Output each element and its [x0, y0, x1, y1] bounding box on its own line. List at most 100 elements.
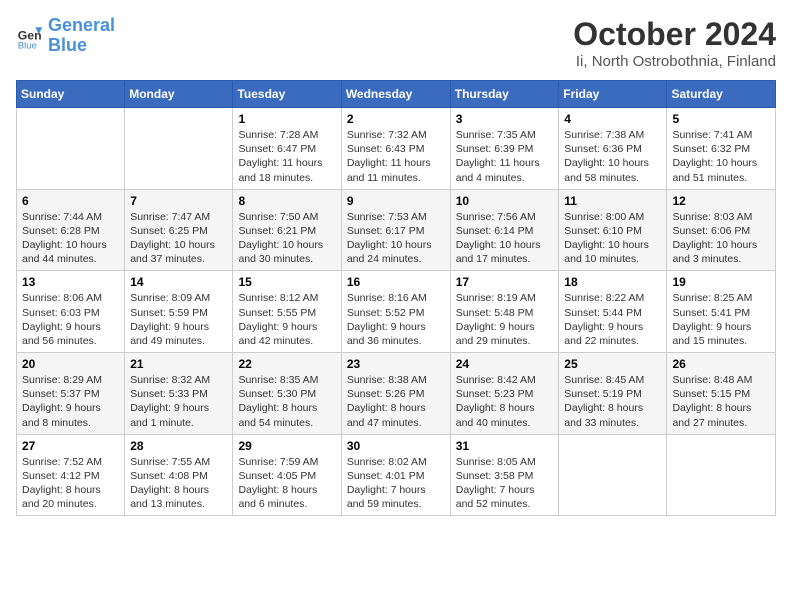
day-number: 25	[564, 357, 661, 371]
day-info: Sunrise: 8:19 AM Sunset: 5:48 PM Dayligh…	[456, 291, 554, 348]
day-info: Sunrise: 8:45 AM Sunset: 5:19 PM Dayligh…	[564, 373, 661, 430]
day-info: Sunrise: 7:56 AM Sunset: 6:14 PM Dayligh…	[456, 210, 554, 267]
day-number: 17	[456, 275, 554, 289]
day-info: Sunrise: 7:55 AM Sunset: 4:08 PM Dayligh…	[130, 455, 227, 512]
day-number: 11	[564, 194, 661, 208]
day-info: Sunrise: 7:41 AM Sunset: 6:32 PM Dayligh…	[672, 128, 770, 185]
calendar-day: 8 Sunrise: 7:50 AM Sunset: 6:21 PM Daylig…	[233, 189, 341, 271]
day-number: 18	[564, 275, 661, 289]
calendar-week-1: 1 Sunrise: 7:28 AM Sunset: 6:47 PM Daylig…	[17, 108, 776, 190]
day-number: 1	[238, 112, 335, 126]
calendar-day: 23 Sunrise: 8:38 AM Sunset: 5:26 PM Dayli…	[341, 353, 450, 435]
calendar-day: 20Sunrise: 8:29 AM Sunset: 5:37 PM Dayli…	[17, 353, 125, 435]
day-info: Sunrise: 7:50 AM Sunset: 6:21 PM Dayligh…	[238, 210, 335, 267]
day-number: 15	[238, 275, 335, 289]
header-thursday: Thursday	[450, 81, 559, 108]
day-number: 12	[672, 194, 770, 208]
day-number: 23	[347, 357, 445, 371]
day-number: 4	[564, 112, 661, 126]
day-info: Sunrise: 8:38 AM Sunset: 5:26 PM Dayligh…	[347, 373, 445, 430]
calendar-day: 22Sunrise: 8:35 AM Sunset: 5:30 PM Dayli…	[233, 353, 341, 435]
calendar-day: 24Sunrise: 8:42 AM Sunset: 5:23 PM Dayli…	[450, 353, 559, 435]
calendar-week-2: 6 Sunrise: 7:44 AM Sunset: 6:28 PM Daylig…	[17, 189, 776, 271]
calendar-day	[17, 108, 125, 190]
day-info: Sunrise: 8:02 AM Sunset: 4:01 PM Dayligh…	[347, 455, 445, 512]
logo: Gen Blue General Blue	[16, 16, 115, 56]
calendar-subtitle: Ii, North Ostrobothnia, Finland	[573, 53, 776, 70]
calendar-day: 25 Sunrise: 8:45 AM Sunset: 5:19 PM Dayli…	[559, 353, 667, 435]
day-number: 31	[456, 439, 554, 453]
day-info: Sunrise: 8:48 AM Sunset: 5:15 PM Dayligh…	[672, 373, 770, 430]
day-number: 3	[456, 112, 554, 126]
day-number: 9	[347, 194, 445, 208]
day-info: Sunrise: 8:00 AM Sunset: 6:10 PM Dayligh…	[564, 210, 661, 267]
calendar-table: Sunday Monday Tuesday Wednesday Thursday…	[16, 80, 776, 516]
day-info: Sunrise: 7:52 AM Sunset: 4:12 PM Dayligh…	[22, 455, 119, 512]
day-info: Sunrise: 8:05 AM Sunset: 3:58 PM Dayligh…	[456, 455, 554, 512]
calendar-week-4: 20Sunrise: 8:29 AM Sunset: 5:37 PM Dayli…	[17, 353, 776, 435]
day-number: 26	[672, 357, 770, 371]
calendar-day: 12 Sunrise: 8:03 AM Sunset: 6:06 PM Dayli…	[667, 189, 776, 271]
calendar-title: October 2024	[573, 16, 776, 53]
calendar-day: 19 Sunrise: 8:25 AM Sunset: 5:41 PM Dayli…	[667, 271, 776, 353]
calendar-day: 5 Sunrise: 7:41 AM Sunset: 6:32 PM Daylig…	[667, 108, 776, 190]
day-number: 27	[22, 439, 119, 453]
logo-icon: Gen Blue	[16, 22, 44, 50]
day-info: Sunrise: 8:22 AM Sunset: 5:44 PM Dayligh…	[564, 291, 661, 348]
calendar-day: 28 Sunrise: 7:55 AM Sunset: 4:08 PM Dayli…	[125, 434, 233, 516]
calendar-day: 14Sunrise: 8:09 AM Sunset: 5:59 PM Dayli…	[125, 271, 233, 353]
calendar-day: 18 Sunrise: 8:22 AM Sunset: 5:44 PM Dayli…	[559, 271, 667, 353]
calendar-day: 17 Sunrise: 8:19 AM Sunset: 5:48 PM Dayli…	[450, 271, 559, 353]
calendar-day: 15 Sunrise: 8:12 AM Sunset: 5:55 PM Dayli…	[233, 271, 341, 353]
svg-text:Blue: Blue	[18, 40, 37, 50]
day-number: 10	[456, 194, 554, 208]
calendar-day: 1 Sunrise: 7:28 AM Sunset: 6:47 PM Daylig…	[233, 108, 341, 190]
header-wednesday: Wednesday	[341, 81, 450, 108]
day-number: 13	[22, 275, 119, 289]
calendar-day	[559, 434, 667, 516]
day-info: Sunrise: 7:59 AM Sunset: 4:05 PM Dayligh…	[238, 455, 335, 512]
day-info: Sunrise: 8:12 AM Sunset: 5:55 PM Dayligh…	[238, 291, 335, 348]
calendar-day	[667, 434, 776, 516]
day-info: Sunrise: 8:42 AM Sunset: 5:23 PM Dayligh…	[456, 373, 554, 430]
logo-text: General Blue	[48, 16, 115, 56]
calendar-day: 2 Sunrise: 7:32 AM Sunset: 6:43 PM Daylig…	[341, 108, 450, 190]
header-friday: Friday	[559, 81, 667, 108]
day-info: Sunrise: 8:16 AM Sunset: 5:52 PM Dayligh…	[347, 291, 445, 348]
calendar-day: 16 Sunrise: 8:16 AM Sunset: 5:52 PM Dayli…	[341, 271, 450, 353]
day-info: Sunrise: 8:03 AM Sunset: 6:06 PM Dayligh…	[672, 210, 770, 267]
header-monday: Monday	[125, 81, 233, 108]
day-number: 2	[347, 112, 445, 126]
day-number: 28	[130, 439, 227, 453]
calendar-day: 4 Sunrise: 7:38 AM Sunset: 6:36 PM Daylig…	[559, 108, 667, 190]
day-number: 8	[238, 194, 335, 208]
calendar-day: 21Sunrise: 8:32 AM Sunset: 5:33 PM Dayli…	[125, 353, 233, 435]
day-number: 21	[130, 357, 227, 371]
header-tuesday: Tuesday	[233, 81, 341, 108]
day-number: 16	[347, 275, 445, 289]
day-number: 29	[238, 439, 335, 453]
day-number: 19	[672, 275, 770, 289]
day-info: Sunrise: 8:06 AM Sunset: 6:03 PM Dayligh…	[22, 291, 119, 348]
calendar-day: 9Sunrise: 7:53 AM Sunset: 6:17 PM Daylig…	[341, 189, 450, 271]
day-info: Sunrise: 7:44 AM Sunset: 6:28 PM Dayligh…	[22, 210, 119, 267]
day-number: 5	[672, 112, 770, 126]
day-info: Sunrise: 7:32 AM Sunset: 6:43 PM Dayligh…	[347, 128, 445, 185]
day-info: Sunrise: 8:25 AM Sunset: 5:41 PM Dayligh…	[672, 291, 770, 348]
day-number: 14	[130, 275, 227, 289]
calendar-day	[125, 108, 233, 190]
day-info: Sunrise: 7:28 AM Sunset: 6:47 PM Dayligh…	[238, 128, 335, 185]
day-info: Sunrise: 7:47 AM Sunset: 6:25 PM Dayligh…	[130, 210, 227, 267]
calendar-day: 31 Sunrise: 8:05 AM Sunset: 3:58 PM Dayli…	[450, 434, 559, 516]
calendar-week-3: 13 Sunrise: 8:06 AM Sunset: 6:03 PM Dayli…	[17, 271, 776, 353]
day-number: 20	[22, 357, 119, 371]
calendar-day: 7Sunrise: 7:47 AM Sunset: 6:25 PM Daylig…	[125, 189, 233, 271]
day-info: Sunrise: 8:35 AM Sunset: 5:30 PM Dayligh…	[238, 373, 335, 430]
calendar-week-5: 27 Sunrise: 7:52 AM Sunset: 4:12 PM Dayli…	[17, 434, 776, 516]
calendar-day: 29 Sunrise: 7:59 AM Sunset: 4:05 PM Dayli…	[233, 434, 341, 516]
day-number: 6	[22, 194, 119, 208]
calendar-day: 6 Sunrise: 7:44 AM Sunset: 6:28 PM Daylig…	[17, 189, 125, 271]
calendar-day: 3Sunrise: 7:35 AM Sunset: 6:39 PM Daylig…	[450, 108, 559, 190]
day-info: Sunrise: 7:38 AM Sunset: 6:36 PM Dayligh…	[564, 128, 661, 185]
calendar-day: 11 Sunrise: 8:00 AM Sunset: 6:10 PM Dayli…	[559, 189, 667, 271]
